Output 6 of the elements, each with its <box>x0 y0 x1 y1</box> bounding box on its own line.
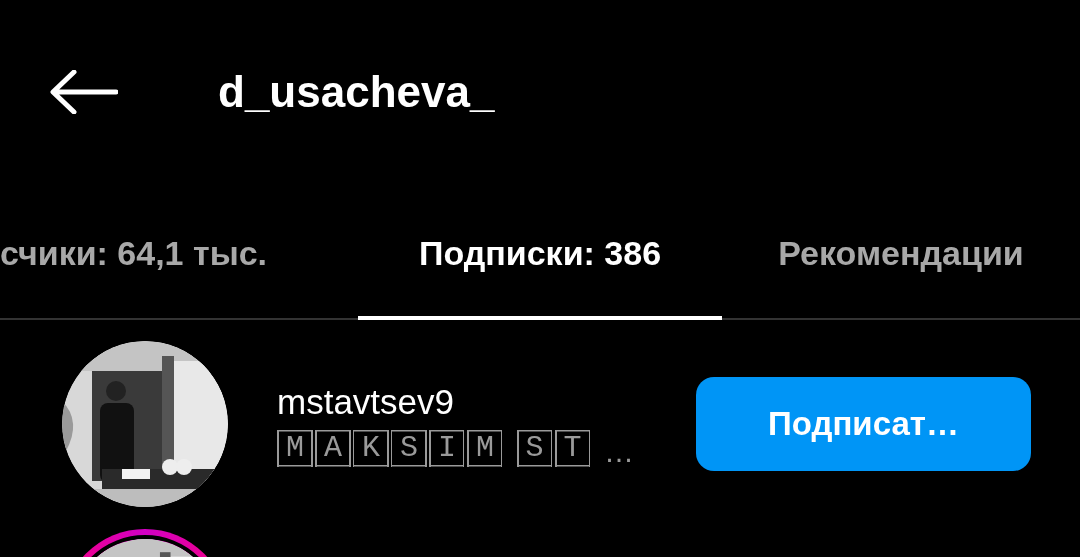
tab[interactable]: Подписки: 386 <box>358 190 722 320</box>
back-arrow-icon[interactable] <box>50 70 118 114</box>
tab[interactable]: Рекомендации <box>722 190 1080 320</box>
username[interactable]: mstavtsev9 <box>277 381 657 422</box>
tab[interactable]: счики: 64,1 тыс. <box>0 190 358 320</box>
profile-username: d_usacheva_ <box>218 67 495 117</box>
